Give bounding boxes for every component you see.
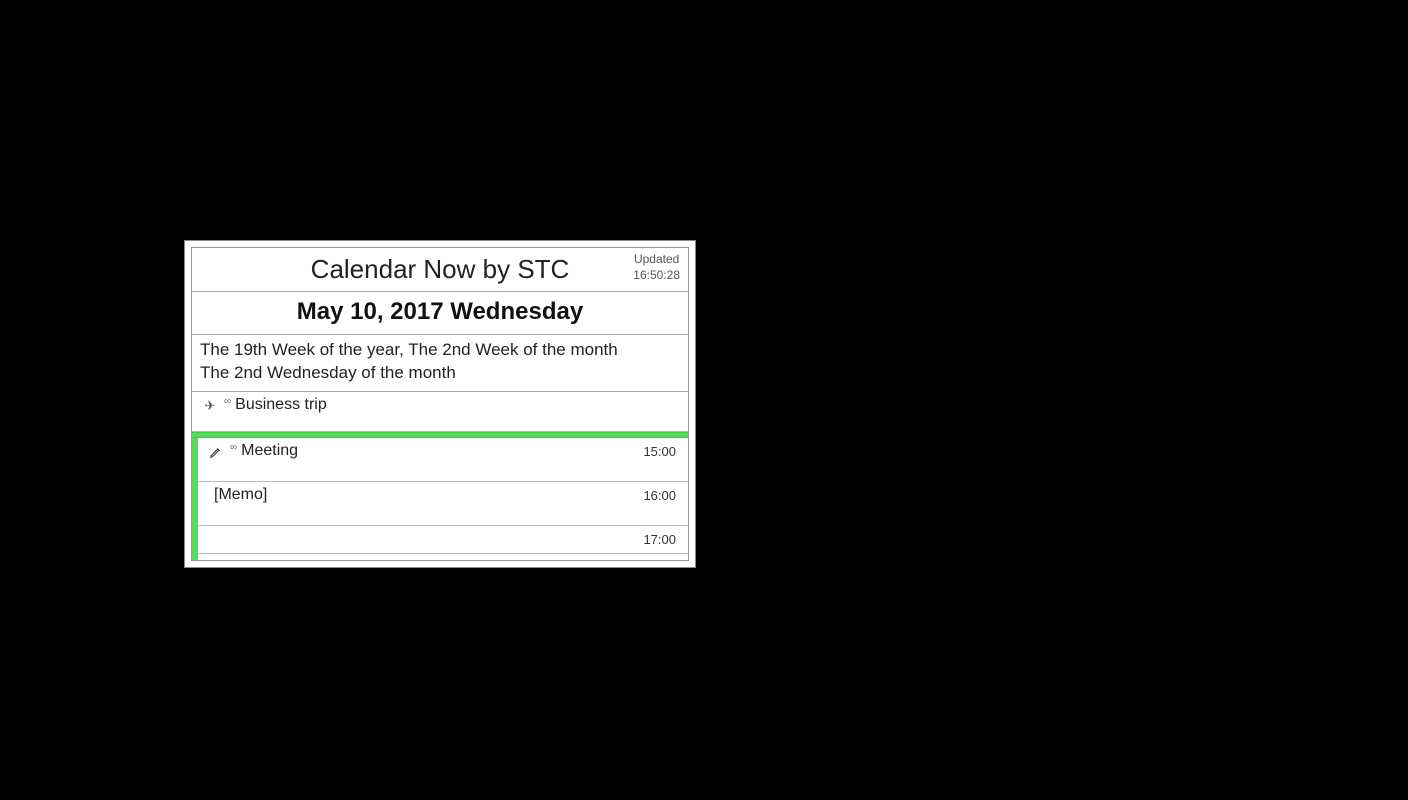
calendar-widget: Calendar Now by STC Updated 16:50:28 May…	[184, 240, 696, 568]
timed-event-time: 17:00	[643, 532, 676, 547]
app-title: Calendar Now by STC	[192, 254, 688, 285]
week-info-line2: The 2nd Wednesday of the month	[200, 362, 680, 385]
timed-event-time: 15:00	[643, 444, 676, 459]
pen-icon	[208, 444, 224, 460]
timed-event-row[interactable]: [Memo] 16:00	[198, 482, 688, 526]
allday-event-row[interactable]: ✈ ∞ Business trip	[192, 392, 688, 432]
week-info-line1: The 19th Week of the year, The 2nd Week …	[200, 339, 680, 362]
updated-time: 16:50:28	[633, 268, 680, 284]
timed-event-row[interactable]: 17:00	[198, 526, 688, 554]
event-prefix: ∞	[230, 442, 237, 453]
date-row: May 10, 2017 Wednesday	[192, 292, 688, 335]
week-info: The 19th Week of the year, The 2nd Week …	[192, 335, 688, 392]
allday-prefix: ∞	[224, 396, 231, 407]
timed-event-title: [Memo]	[208, 486, 643, 504]
timed-events-block: ∞ Meeting 15:00 [Memo] 16:00 17:00	[192, 438, 688, 560]
allday-event-title: Business trip	[235, 396, 680, 414]
title-row: Calendar Now by STC Updated 16:50:28	[192, 248, 688, 292]
plane-icon: ✈	[202, 398, 218, 414]
timed-event-time: 16:00	[643, 488, 676, 503]
timed-event-title: Meeting	[241, 442, 643, 460]
widget-inner: Calendar Now by STC Updated 16:50:28 May…	[191, 247, 689, 561]
updated-label: Updated	[633, 252, 680, 268]
timed-event-row[interactable]: ∞ Meeting 15:00	[198, 438, 688, 482]
updated-block: Updated 16:50:28	[633, 252, 680, 283]
